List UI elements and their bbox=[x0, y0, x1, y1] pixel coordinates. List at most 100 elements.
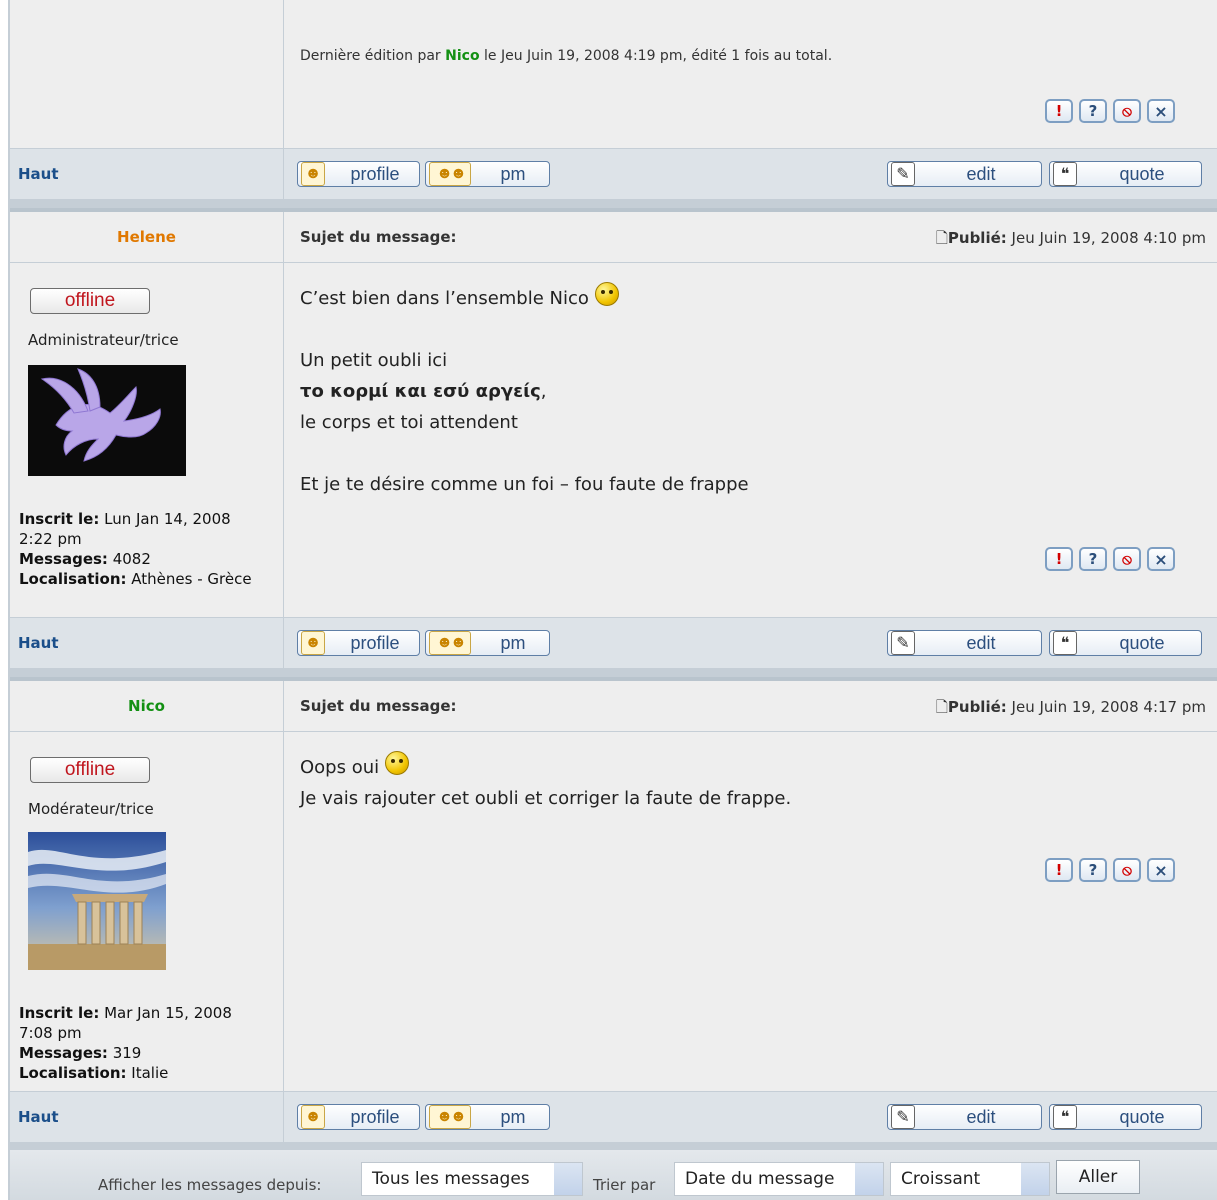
back-to-top-link[interactable]: Haut bbox=[18, 165, 59, 183]
message-text: , bbox=[540, 381, 547, 402]
profile-button[interactable]: ☻ profile bbox=[297, 161, 420, 187]
published-date: Jeu Juin 19, 2008 4:17 pm bbox=[1011, 698, 1206, 716]
message-line: Un petit oubli ici bbox=[300, 350, 448, 371]
delete-icon[interactable]: × bbox=[1147, 547, 1175, 571]
pegasus-avatar-image bbox=[28, 365, 186, 476]
pm-label: pm bbox=[500, 632, 526, 653]
profile-label: profile bbox=[350, 1106, 400, 1127]
post-author[interactable]: Nico bbox=[10, 697, 283, 715]
quote-icon: ❝ bbox=[1053, 162, 1077, 186]
pm-button[interactable]: ☻☻ pm bbox=[425, 630, 550, 656]
quote-label: quote bbox=[1119, 632, 1165, 653]
ban-icon[interactable]: ⦸ bbox=[1113, 547, 1141, 571]
quote-icon: ❝ bbox=[1053, 1105, 1077, 1129]
post-message: Oops oui Je vais rajouter cet oubli et c… bbox=[300, 751, 791, 814]
moderation-icons: ! ? ⦸ × bbox=[1045, 547, 1175, 571]
pm-button[interactable]: ☻☻ pm bbox=[425, 1104, 550, 1130]
offline-status-badge: offline bbox=[30, 288, 150, 314]
ban-icon[interactable]: ⦸ bbox=[1113, 99, 1141, 123]
location-value: Italie bbox=[131, 1064, 169, 1082]
profile-button[interactable]: ☻ profile bbox=[297, 630, 420, 656]
edit-note-prefix: Dernière édition par bbox=[300, 48, 441, 64]
author-stats: Inscrit le: Mar Jan 15, 2008 7:08 pm Mes… bbox=[19, 1003, 269, 1083]
dropdown-arrow-icon bbox=[1021, 1163, 1049, 1195]
published-date: Jeu Juin 19, 2008 4:10 pm bbox=[1011, 229, 1206, 247]
post-author-name[interactable]: Helene bbox=[117, 228, 176, 246]
offline-status-badge: offline bbox=[30, 757, 150, 783]
published-label: Publié: bbox=[947, 229, 1007, 247]
profile-icon: ☻ bbox=[301, 631, 325, 655]
message-line: le corps et toi attendent bbox=[300, 412, 518, 433]
warning-icon[interactable]: ! bbox=[1045, 547, 1073, 571]
subject-label: Sujet du message: bbox=[300, 697, 457, 715]
edit-button[interactable]: ✎ edit bbox=[887, 161, 1042, 187]
messages-value: 4082 bbox=[112, 550, 151, 568]
go-button[interactable]: Aller bbox=[1056, 1160, 1140, 1194]
edit-note: Dernière édition par Nico le Jeu Juin 19… bbox=[300, 48, 832, 64]
display-options-bar: Afficher les messages depuis: Tous les m… bbox=[10, 1150, 1217, 1200]
prev-post-body-cell bbox=[284, 0, 1217, 148]
back-to-top-link[interactable]: Haut bbox=[18, 1108, 59, 1126]
sort-order-select[interactable]: Croissant bbox=[890, 1162, 1050, 1196]
dropdown-arrow-icon bbox=[554, 1163, 582, 1195]
help-icon[interactable]: ? bbox=[1079, 99, 1107, 123]
quote-button[interactable]: ❝ quote bbox=[1049, 161, 1202, 187]
message-text: Oops oui bbox=[300, 757, 380, 778]
location-label: Localisation: bbox=[19, 1064, 127, 1082]
moderation-icons: ! ? ⦸ × bbox=[1045, 858, 1175, 882]
author-rank: Modérateur/trice bbox=[28, 800, 154, 818]
edit-label: edit bbox=[966, 632, 996, 653]
avatar bbox=[28, 365, 186, 476]
ban-icon[interactable]: ⦸ bbox=[1113, 858, 1141, 882]
pm-icon: ☻☻ bbox=[429, 162, 471, 186]
edit-icon: ✎ bbox=[891, 1105, 915, 1129]
help-icon[interactable]: ? bbox=[1079, 547, 1107, 571]
delete-icon[interactable]: × bbox=[1147, 858, 1175, 882]
greek-quote: το κορμί και εσύ αργείς bbox=[300, 381, 541, 402]
edit-label: edit bbox=[966, 1106, 996, 1127]
sort-by-label: Trier par bbox=[593, 1176, 656, 1194]
sort-order-value: Croissant bbox=[901, 1169, 981, 1189]
profile-label: profile bbox=[350, 163, 400, 184]
edit-label: edit bbox=[966, 163, 996, 184]
quote-button[interactable]: ❝ quote bbox=[1049, 1104, 1202, 1130]
message-line: Oops oui bbox=[300, 751, 791, 783]
location-value: Athènes - Grèce bbox=[131, 570, 252, 588]
show-messages-label: Afficher les messages depuis: bbox=[98, 1176, 322, 1194]
avatar bbox=[28, 832, 166, 970]
profile-button[interactable]: ☻ profile bbox=[297, 1104, 420, 1130]
registered-label: Inscrit le: bbox=[19, 1004, 100, 1022]
pm-button[interactable]: ☻☻ pm bbox=[425, 161, 550, 187]
edit-button[interactable]: ✎ edit bbox=[887, 1104, 1042, 1130]
location-label: Localisation: bbox=[19, 570, 127, 588]
post-message: C’est bien dans l’ensemble Nico Un petit… bbox=[300, 282, 749, 500]
back-to-top-link[interactable]: Haut bbox=[18, 634, 59, 652]
warning-icon[interactable]: ! bbox=[1045, 99, 1073, 123]
prev-post-profile-cell bbox=[10, 0, 283, 148]
post-author[interactable]: Helene bbox=[10, 228, 283, 246]
quote-button[interactable]: ❝ quote bbox=[1049, 630, 1202, 656]
messages-label: Messages: bbox=[19, 1044, 108, 1062]
warning-icon[interactable]: ! bbox=[1045, 858, 1073, 882]
edit-note-author[interactable]: Nico bbox=[445, 48, 479, 64]
message-text: C’est bien dans l’ensemble Nico bbox=[300, 288, 589, 309]
post-author-name[interactable]: Nico bbox=[128, 697, 165, 715]
pm-icon: ☻☻ bbox=[429, 631, 471, 655]
message-line: Je vais rajouter cet oubli et corriger l… bbox=[300, 788, 792, 809]
delete-icon[interactable]: × bbox=[1147, 99, 1175, 123]
message-line: C’est bien dans l’ensemble Nico bbox=[300, 282, 749, 314]
document-icon: 🗋 bbox=[935, 229, 948, 247]
help-icon[interactable]: ? bbox=[1079, 858, 1107, 882]
edit-icon: ✎ bbox=[891, 631, 915, 655]
show-messages-select[interactable]: Tous les messages bbox=[361, 1162, 583, 1196]
edit-button[interactable]: ✎ edit bbox=[887, 630, 1042, 656]
author-rank: Administrateur/trice bbox=[28, 331, 179, 349]
sort-by-value: Date du message bbox=[685, 1169, 835, 1189]
registered-label: Inscrit le: bbox=[19, 510, 100, 528]
sort-by-select[interactable]: Date du message bbox=[674, 1162, 884, 1196]
edit-note-suffix: le Jeu Juin 19, 2008 4:19 pm, édité 1 fo… bbox=[484, 48, 833, 64]
pm-icon: ☻☻ bbox=[429, 1105, 471, 1129]
moderation-icons: ! ? ⦸ × bbox=[1045, 99, 1175, 123]
